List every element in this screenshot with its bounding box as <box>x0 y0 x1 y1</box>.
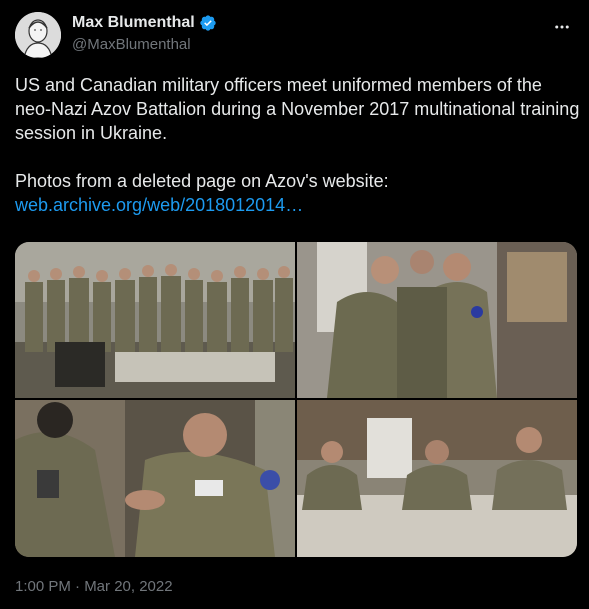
more-options-icon[interactable] <box>549 14 575 40</box>
author-display-name[interactable]: Max Blumenthal <box>72 14 195 32</box>
verified-badge-icon <box>200 15 216 31</box>
tweet-text: US and Canadian military officers meet u… <box>15 75 580 191</box>
photo-officers-conversation[interactable] <box>297 242 577 398</box>
photo-handshake[interactable] <box>15 400 295 557</box>
tweet-link[interactable]: web.archive.org/web/2018012014… <box>15 195 303 215</box>
photo-group[interactable] <box>15 242 295 398</box>
author-avatar[interactable] <box>15 12 61 58</box>
tweet-body: US and Canadian military officers meet u… <box>15 73 580 217</box>
tweet-timestamp[interactable]: 1:00 PM · Mar 20, 2022 <box>15 578 173 595</box>
tweet-header: Max Blumenthal @MaxBlumenthal <box>15 12 575 60</box>
author-handle[interactable]: @MaxBlumenthal <box>72 36 191 53</box>
media-grid <box>15 242 577 557</box>
photo-table-meeting[interactable] <box>297 400 577 557</box>
